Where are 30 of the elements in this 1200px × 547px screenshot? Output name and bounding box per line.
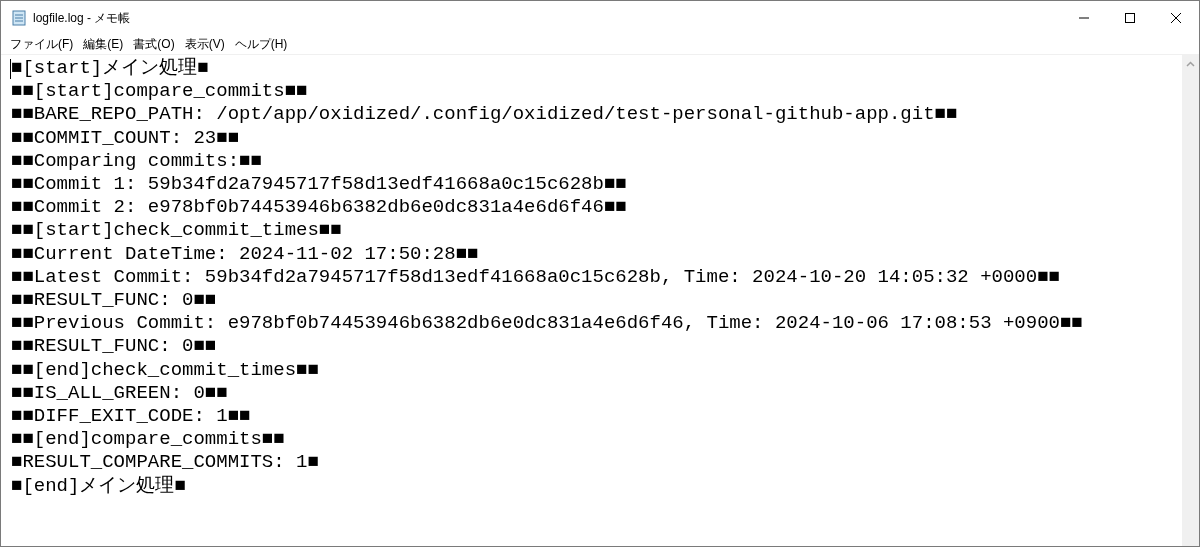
log-line: ■■Latest Commit: 59b34fd2a7945717f58d13edf41668a0c15c628b, Time: 2024-10-20 14:05:32 +0000■■ xyxy=(11,265,1060,290)
maximize-icon xyxy=(1125,12,1135,23)
log-line: ■■Current DateTime: 2024-11-02 17:50:28■■ xyxy=(11,242,479,266)
log-line: ■■COMMIT_COUNT: 23■■ xyxy=(11,126,240,150)
scroll-up-icon[interactable] xyxy=(1186,61,1195,67)
menu-item[interactable]: ファイル(F) xyxy=(5,35,79,53)
log-line: ■RESULT_COMPARE_COMMITS: 1■ xyxy=(11,451,319,475)
close-icon xyxy=(1171,12,1181,23)
log-line: ■■Previous Commit: e978bf0b74453946b6382db6e0dc831a4e6d6f46, Time: 2024-10-06 17:08:53 +0900■■ xyxy=(11,312,1083,336)
log-line: ■■DIFF_EXIT_CODE: 1■■ xyxy=(11,405,251,429)
log-line: ■■RESULT_FUNC: 0■■ xyxy=(11,289,217,313)
log-line: ■■[end]compare_commits■■ xyxy=(11,428,285,452)
menu-item[interactable]: 書式(O) xyxy=(128,35,180,53)
notepad-icon xyxy=(11,9,27,26)
log-line: ■■Commit 1: 59b34fd2a7945717f58d13edf41668a0c15c628b■■ xyxy=(11,173,627,197)
log-line: ■■[start]check_commit_times■■ xyxy=(11,219,342,243)
menu-item[interactable]: 編集(E) xyxy=(78,35,129,53)
log-line: ■■Comparing commits:■■ xyxy=(11,149,262,173)
log-line: ■■RESULT_FUNC: 0■■ xyxy=(11,335,217,359)
log-line: ■[end]メイン処理■ xyxy=(11,474,186,498)
log-line: ■■Commit 2: e978bf0b74453946b6382db6e0dc831a4e6d6f46■■ xyxy=(11,196,627,220)
log-line: ■■[end]check_commit_times■■ xyxy=(11,358,319,382)
menu-item[interactable]: ヘルプ(H) xyxy=(229,35,293,53)
menu-item[interactable]: 表示(V) xyxy=(179,35,230,53)
log-line: ■■BARE_REPO_PATH: /opt/app/oxidized/.config/oxidized/test-personal-github-app.git■■ xyxy=(11,103,958,127)
log-line: ■[start]メイン処理■ xyxy=(11,57,209,81)
log-line: ■■IS_ALL_GREEN: 0■■ xyxy=(11,381,228,406)
log-line: ■■[start]compare_commits■■ xyxy=(11,80,308,104)
text-cursor xyxy=(10,59,11,79)
window-title: logfile.log - メモ帳 xyxy=(33,9,131,27)
